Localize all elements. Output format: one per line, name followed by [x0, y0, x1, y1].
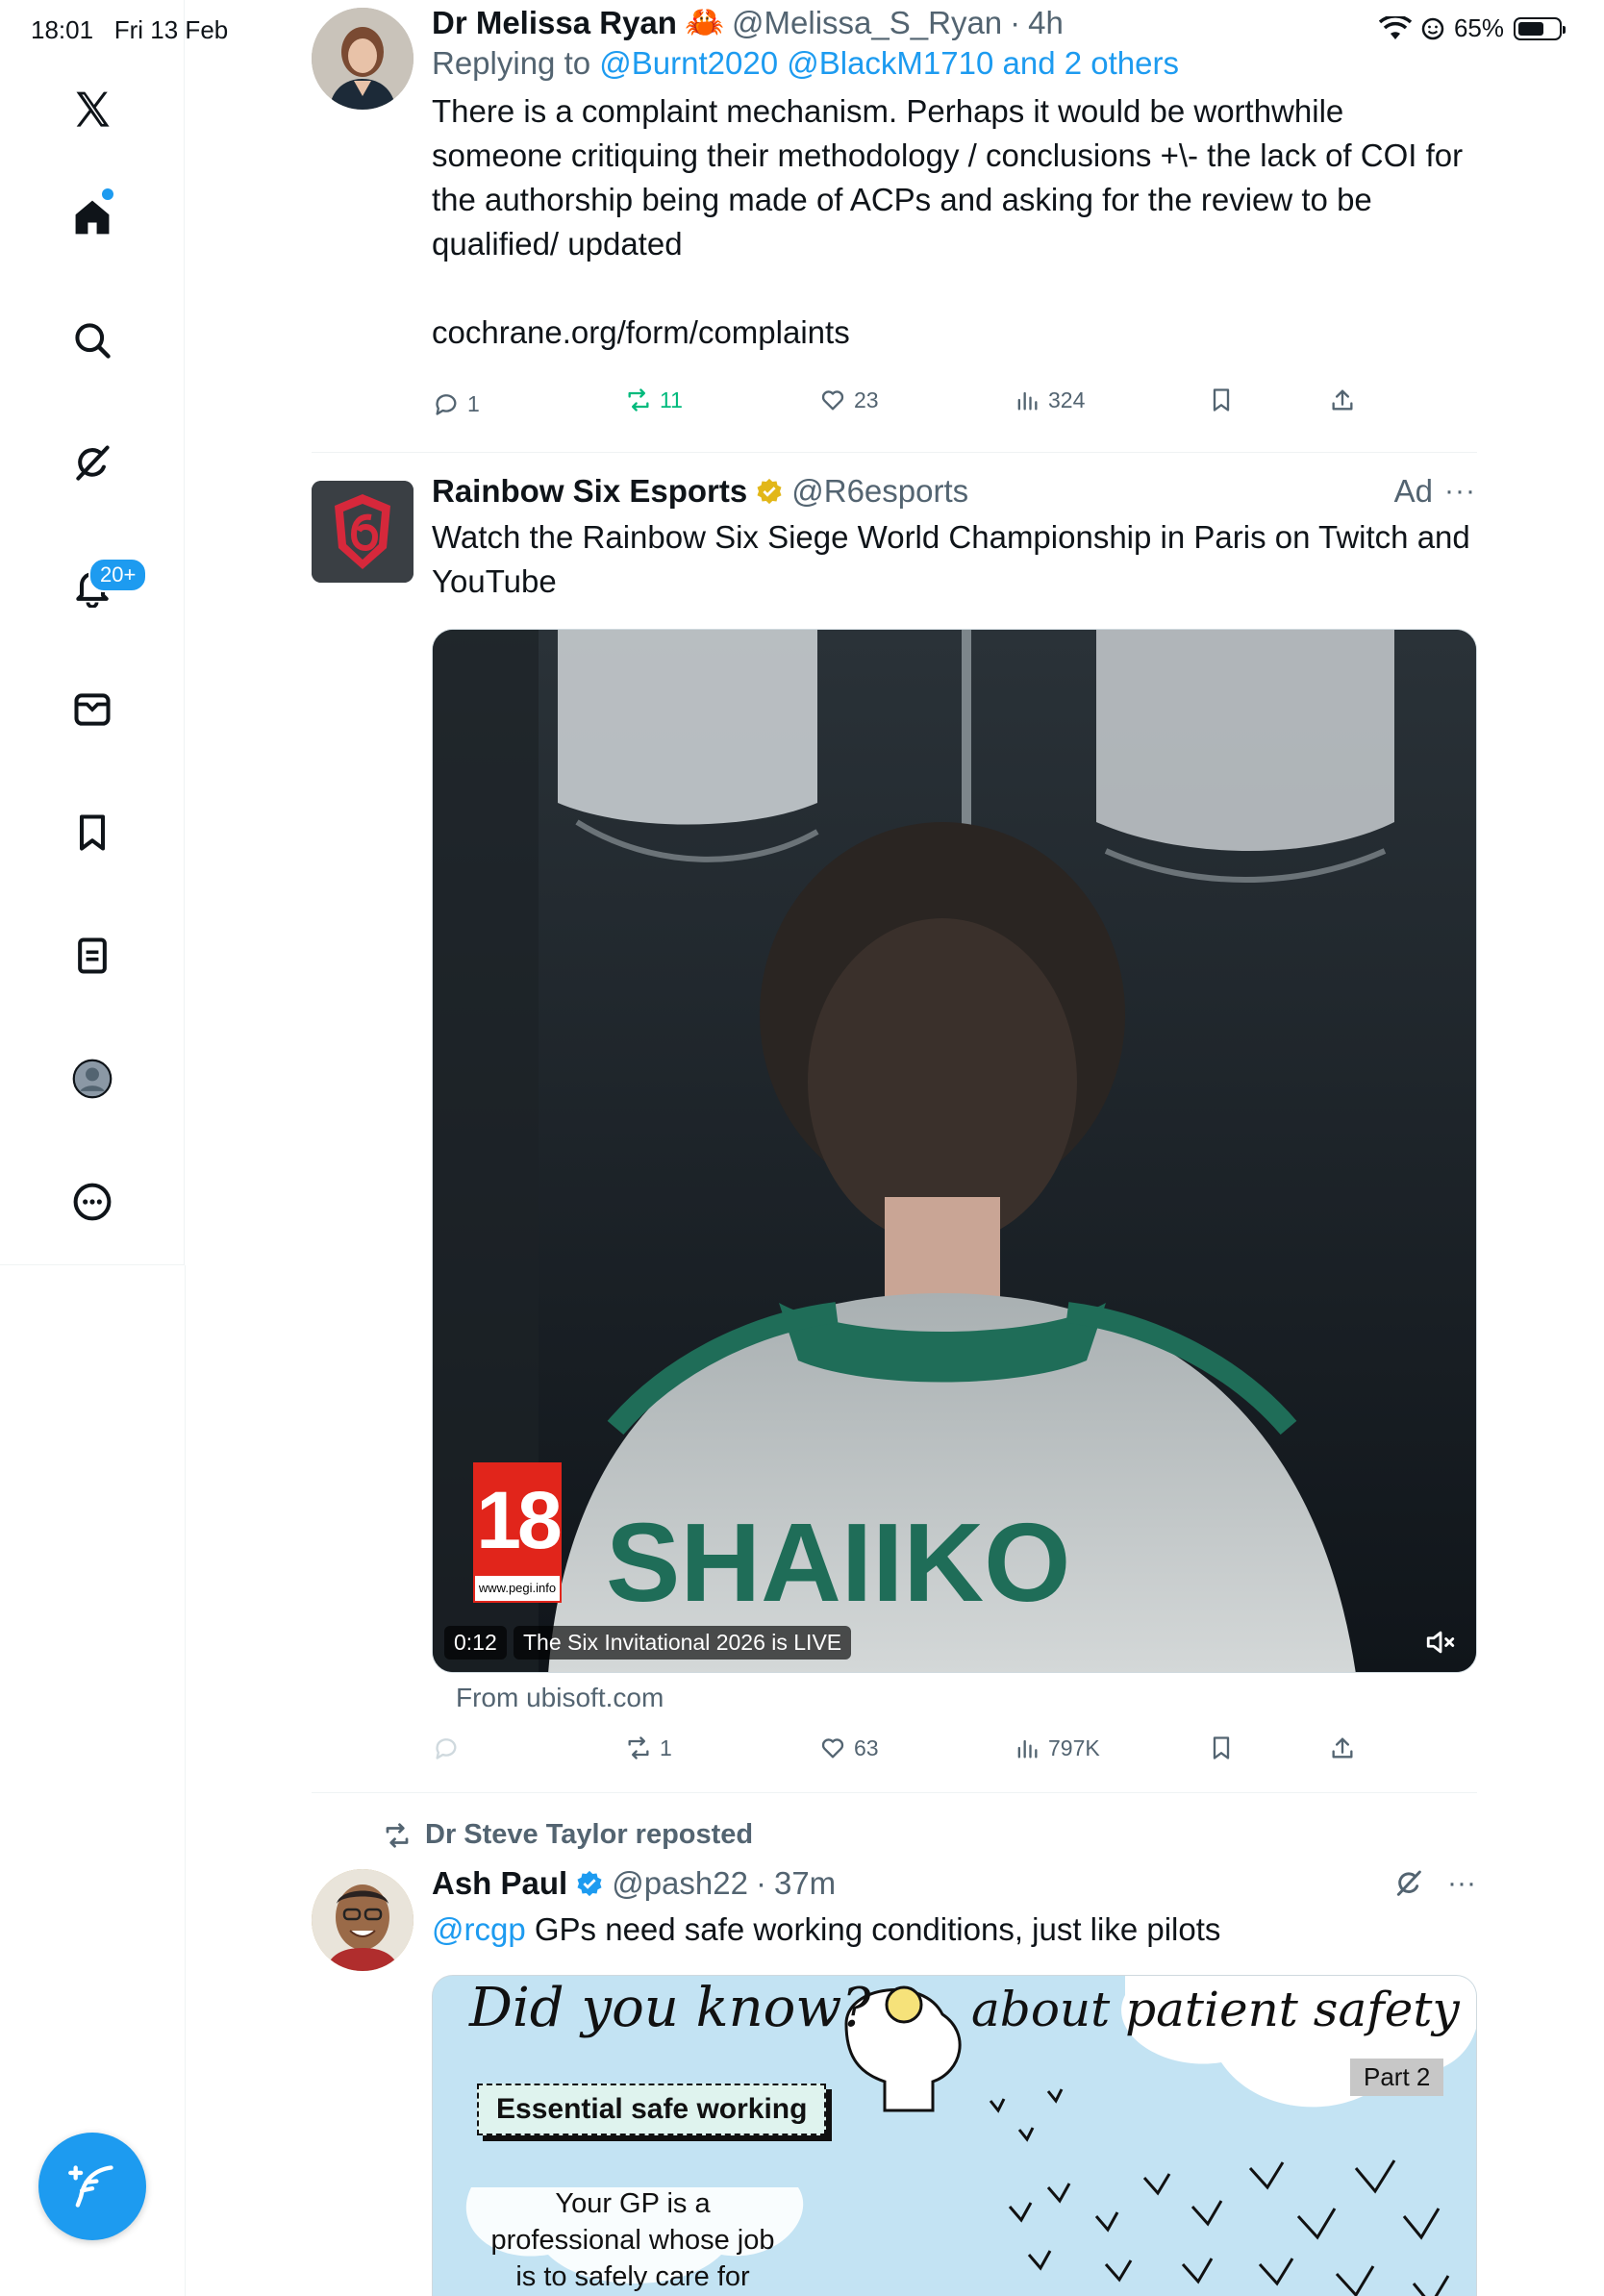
compose-icon [68, 2165, 113, 2208]
part-label: Part 2 [1350, 2059, 1444, 2096]
share-icon [1332, 389, 1353, 411]
avatar-rainbow-six[interactable] [312, 481, 414, 583]
more-options-icon[interactable]: ··· [1447, 1867, 1476, 1900]
lists-icon[interactable] [62, 925, 123, 986]
home-icon[interactable] [62, 187, 123, 248]
avatar-ash-paul[interactable] [312, 1869, 414, 1971]
promo-video[interactable]: SHAIIKO 18 www.pegi.info 0:12 The Six In… [432, 629, 1477, 1673]
reply-button[interactable]: 1 [433, 390, 480, 417]
author-handle[interactable]: @R6esports [791, 473, 968, 510]
views-button[interactable]: 324 [1014, 387, 1085, 413]
reply-button[interactable] [433, 1734, 460, 1761]
mute-button[interactable] [1424, 1626, 1457, 1663]
like-button[interactable]: 23 [819, 387, 879, 413]
home-unread-dot [102, 188, 113, 200]
tweet-header: Ash Paul @pash22 · 37m [432, 1865, 837, 1902]
x-logo-icon[interactable] [62, 79, 123, 140]
repost-icon [628, 1736, 649, 1759]
repost-button[interactable]: 1 [625, 1734, 672, 1761]
ad-source[interactable]: From ubisoft.com [456, 1683, 664, 1713]
tweet-divider [312, 452, 1477, 453]
sidebar-border [185, 1265, 186, 2296]
jersey-text: SHAIIKO [606, 1500, 1070, 1625]
tweet-divider [312, 1792, 1477, 1793]
tweet-link[interactable]: cochrane.org/form/complaints [432, 311, 1476, 355]
repost-icon [628, 388, 649, 412]
tweet-image[interactable]: Did you know? about patient safety Part … [432, 1975, 1477, 2296]
replying-to-links[interactable]: @Burnt2020 @BlackM1710 and 2 others [599, 45, 1179, 81]
more-options-icon[interactable]: ··· [1444, 475, 1476, 508]
tweet-time[interactable]: 37m [774, 1865, 836, 1902]
muted-speaker-icon [1426, 1631, 1455, 1654]
tweet-header: Rainbow Six Esports @R6esports [432, 473, 1476, 510]
tweet-header: Dr Melissa Ryan 🦀 @Melissa_S_Ryan · 4h [432, 4, 1064, 41]
repost-icon [386, 1822, 409, 1848]
bookmark-button[interactable] [1208, 387, 1235, 413]
grok-icon[interactable] [1393, 1868, 1424, 1899]
more-icon[interactable] [62, 1171, 123, 1233]
heart-icon [821, 1738, 844, 1759]
messages-icon[interactable] [62, 679, 123, 740]
essential-box: Essential safe working [477, 2084, 827, 2135]
repost-context: Dr Steve Taylor reposted [383, 1819, 753, 1851]
pegi-rating-badge: 18 www.pegi.info [473, 1462, 563, 1603]
mention-link[interactable]: @rcgp [432, 1911, 526, 1947]
avatar-melissa-ryan[interactable] [312, 8, 414, 110]
repost-button[interactable]: 11 [625, 387, 683, 413]
notifications-badge: 20+ [88, 558, 148, 592]
video-timestamp: 0:12 [444, 1626, 507, 1660]
author-emoji: 🦀 [684, 4, 725, 39]
bookmarks-icon[interactable] [62, 802, 123, 863]
profile-icon[interactable] [62, 1048, 123, 1110]
share-button[interactable] [1329, 387, 1356, 413]
author-handle[interactable]: @pash22 [612, 1865, 748, 1902]
compose-button[interactable] [38, 2133, 146, 2240]
search-icon[interactable] [62, 310, 123, 371]
tweet-text: @rcgp GPs need safe working conditions, … [432, 1911, 1221, 1947]
ad-label: Ad ··· [1393, 473, 1476, 509]
author-name[interactable]: Ash Paul [432, 1865, 567, 1902]
video-caption: The Six Invitational 2026 is LIVE [514, 1626, 852, 1660]
share-button[interactable] [1329, 1734, 1356, 1761]
bookmark-button[interactable] [1208, 1734, 1235, 1761]
share-icon [1332, 1737, 1353, 1759]
bookmark-icon [1213, 1736, 1230, 1759]
infographic-caption: Your GP is a professional whose job is t… [490, 2188, 775, 2292]
author-name[interactable]: Dr Melissa Ryan [432, 5, 677, 41]
verified-icon [577, 1870, 602, 1897]
reply-icon [436, 1738, 457, 1759]
author-name[interactable]: Rainbow Six Esports [432, 473, 747, 510]
replying-line: Replying to @Burnt2020 @BlackM1710 and 2… [432, 45, 1179, 81]
bookmark-icon [1213, 388, 1230, 412]
tweet-text: Watch the Rainbow Six Siege World Champi… [432, 519, 1470, 599]
reply-icon [436, 394, 457, 415]
tweet-time[interactable]: 4h [1028, 5, 1064, 41]
tweet-text: There is a complaint mechanism. Perhaps … [432, 93, 1464, 262]
svg-text:Did you know?: Did you know? [468, 1977, 871, 2039]
views-icon [1017, 391, 1038, 411]
heart-icon [821, 390, 844, 411]
video-still: SHAIIKO [433, 630, 1476, 1672]
views-button[interactable]: 797K [1014, 1734, 1100, 1761]
svg-text:about patient safety: about patient safety [971, 1982, 1460, 2037]
sidebar: 20+ [0, 0, 185, 1265]
author-handle[interactable]: @Melissa_S_Ryan [732, 5, 1002, 41]
tweet-menu: ··· [1393, 1867, 1476, 1900]
grok-icon[interactable] [62, 433, 123, 494]
gold-verified-icon [757, 478, 782, 505]
battery-icon [1514, 16, 1566, 40]
like-button[interactable]: 63 [819, 1734, 879, 1761]
views-icon [1017, 1739, 1038, 1759]
